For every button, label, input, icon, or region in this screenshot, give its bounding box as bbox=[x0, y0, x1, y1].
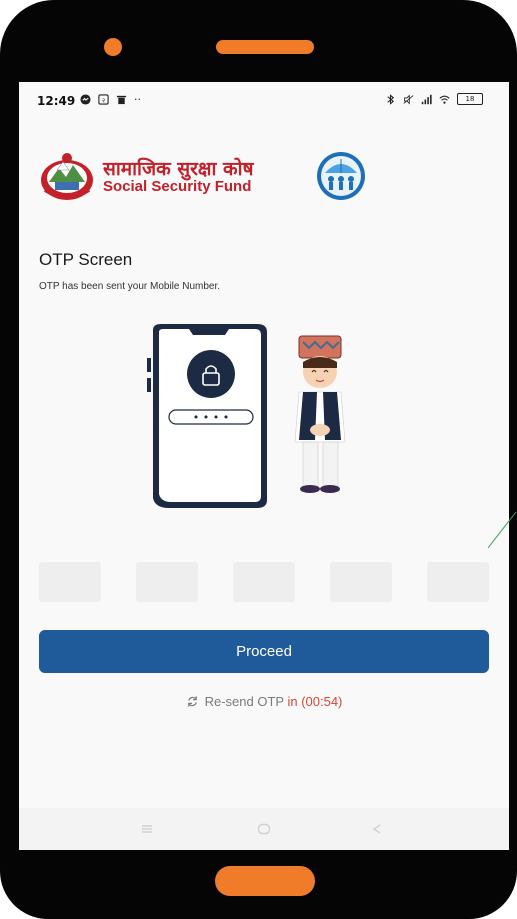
illustration-mask-text: • • • • bbox=[193, 411, 229, 424]
ssf-logo: सामाजिक सुरक्षा कोष Social Security Fund bbox=[39, 150, 379, 204]
bluetooth-icon bbox=[387, 93, 395, 105]
nepal-emblem-icon bbox=[41, 153, 93, 200]
back-icon[interactable] bbox=[370, 822, 384, 836]
front-camera bbox=[104, 38, 122, 56]
lock-icon bbox=[187, 350, 235, 398]
otp-digit-1[interactable] bbox=[39, 562, 101, 602]
resend-label: Re-send OTP bbox=[204, 694, 284, 709]
notification-icon: २ bbox=[98, 94, 109, 105]
status-time: 12:49 bbox=[37, 94, 76, 108]
status-left-icons: २ ·· bbox=[80, 93, 141, 106]
phone-illustration: • • • • bbox=[147, 324, 267, 508]
otp-input-row bbox=[39, 562, 491, 602]
signal-icon bbox=[421, 94, 432, 104]
earpiece-speaker bbox=[216, 40, 314, 54]
ssf-badge-icon bbox=[317, 152, 365, 200]
resend-timer: in (00:54) bbox=[287, 694, 343, 709]
svg-text:२: २ bbox=[102, 96, 105, 104]
system-nav-bar bbox=[19, 808, 509, 850]
wifi-icon bbox=[439, 95, 450, 104]
trash-icon bbox=[116, 95, 127, 105]
character-illustration bbox=[294, 335, 346, 493]
logo-english-text: Social Security Fund bbox=[103, 178, 252, 195]
otp-illustration: • • • • bbox=[147, 324, 346, 508]
status-more: ·· bbox=[134, 93, 141, 106]
proceed-button[interactable]: Proceed bbox=[39, 630, 489, 673]
battery-icon: 18 bbox=[457, 93, 483, 105]
otp-digit-4[interactable] bbox=[330, 562, 392, 602]
status-right-icons: 18 bbox=[385, 93, 483, 105]
phone-frame: 12:49 २ ·· 18 सामाजिक सुरक्षा कोष Social… bbox=[0, 0, 517, 919]
otp-digit-5[interactable] bbox=[427, 562, 489, 602]
annotation-line bbox=[488, 511, 517, 549]
page-subtitle: OTP has been sent your Mobile Number. bbox=[39, 281, 221, 292]
app-screen: 12:49 २ ·· 18 सामाजिक सुरक्षा कोष Social… bbox=[19, 82, 509, 850]
status-bar: 12:49 २ ·· 18 bbox=[19, 82, 509, 122]
home-icon[interactable] bbox=[257, 822, 271, 836]
recents-icon[interactable] bbox=[140, 822, 154, 836]
resend-otp-link[interactable]: Re-send OTP in (00:54) bbox=[19, 694, 509, 709]
mute-icon bbox=[403, 94, 414, 104]
home-button[interactable] bbox=[215, 866, 315, 896]
otp-digit-2[interactable] bbox=[136, 562, 198, 602]
page-title: OTP Screen bbox=[39, 250, 133, 269]
refresh-icon bbox=[187, 696, 197, 707]
otp-digit-3[interactable] bbox=[233, 562, 295, 602]
battery-level: 18 bbox=[465, 95, 475, 103]
messenger-icon bbox=[80, 94, 91, 105]
